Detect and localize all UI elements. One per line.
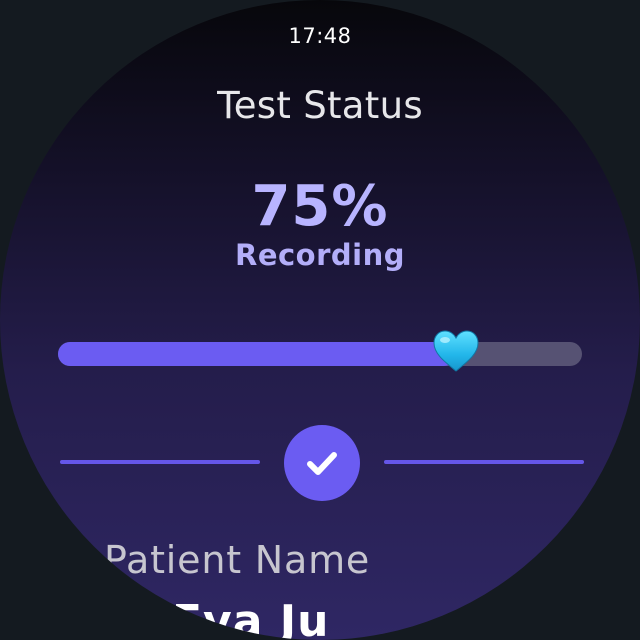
- status-time: 17:48: [288, 24, 352, 48]
- patient-name-label: Patient Name: [104, 538, 371, 582]
- progress-percent: 75%: [251, 174, 389, 239]
- divider-left: [60, 460, 260, 464]
- progress-slider[interactable]: [58, 330, 582, 372]
- heart-icon-graphic: [433, 330, 479, 372]
- page: 17:48 Test Status 75% Recording Patient …: [0, 0, 640, 640]
- progress-fill: [58, 342, 457, 366]
- patient-name-value: Eva Ju: [172, 596, 330, 640]
- divider-right: [384, 460, 584, 464]
- recording-status: Recording: [234, 238, 406, 272]
- page-title: Test Status: [217, 84, 423, 127]
- completion-check-button[interactable]: [284, 425, 360, 501]
- watch-face: 17:48 Test Status 75% Recording Patient …: [0, 0, 640, 640]
- check-icon: [307, 452, 337, 475]
- heart-icon[interactable]: [431, 328, 481, 374]
